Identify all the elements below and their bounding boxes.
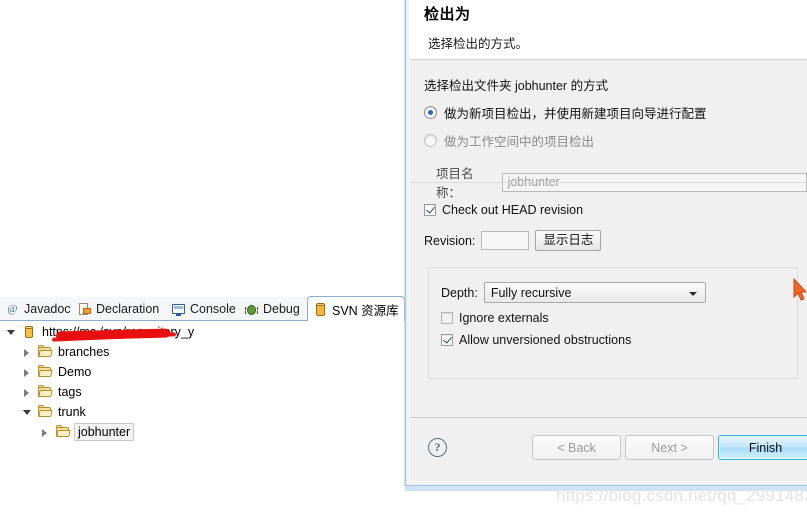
checkout-mode-label: 选择检出文件夹 jobhunter 的方式 bbox=[424, 79, 609, 93]
chevron-right-icon[interactable] bbox=[38, 422, 52, 442]
tree-row-label: jobhunter bbox=[74, 423, 135, 441]
page-subtitle: 选择检出的方式。 bbox=[428, 37, 529, 51]
tree-row-label: Demo bbox=[58, 365, 92, 379]
svn-repository-icon bbox=[313, 302, 328, 317]
tab-debug-label: Debug bbox=[263, 302, 300, 316]
tree-row[interactable]: tags bbox=[0, 382, 405, 402]
view-tab-bar: @ Javadoc Declaration Console Debug SVN … bbox=[0, 296, 405, 321]
tree-row[interactable]: Demo bbox=[0, 362, 405, 382]
tab-declaration[interactable]: Declaration bbox=[72, 297, 169, 321]
eclipse-workbench-panel: @ Javadoc Declaration Console Debug SVN … bbox=[0, 0, 405, 515]
revision-label: Revision: bbox=[424, 233, 476, 248]
folder-icon bbox=[37, 404, 53, 420]
checkbox-head-revision-indicator[interactable] bbox=[424, 204, 436, 216]
radio-workspace-project-label: 做为工作空间中的项目检出 bbox=[444, 135, 595, 149]
tree-row-jobhunter[interactable]: jobhunter bbox=[0, 422, 405, 442]
tab-console-label: Console bbox=[190, 302, 236, 316]
tab-svn-repository[interactable]: SVN 资源库 bbox=[307, 296, 405, 321]
folder-icon bbox=[37, 364, 53, 380]
depth-label: Depth: bbox=[441, 285, 478, 300]
page-title: 检出为 bbox=[424, 6, 471, 23]
watermark-text: https://blog.csdn.net/qq_29914837 bbox=[556, 486, 807, 505]
folder-icon bbox=[37, 344, 53, 360]
repository-icon bbox=[21, 324, 37, 340]
tree-row-label: branches bbox=[58, 345, 110, 359]
finish-button[interactable]: Finish bbox=[718, 435, 807, 460]
tab-debug[interactable]: Debug bbox=[239, 297, 307, 321]
back-button[interactable]: < Back bbox=[532, 435, 621, 460]
javadoc-icon: @ bbox=[7, 302, 18, 315]
tree-row[interactable]: trunk bbox=[0, 402, 405, 422]
radio-workspace-project-indicator[interactable] bbox=[424, 134, 437, 147]
chevron-right-icon[interactable] bbox=[20, 362, 34, 382]
help-icon[interactable]: ? bbox=[428, 438, 447, 457]
checkbox-ignore-externals[interactable]: Ignore externals bbox=[429, 311, 797, 325]
folder-icon bbox=[37, 384, 53, 400]
checkout-mode-section: 选择检出文件夹 jobhunter 的方式 做为新项目检出，并使用新建项目向导进… bbox=[410, 61, 807, 201]
debug-icon bbox=[244, 302, 259, 317]
dialog-button-bar: ? < Back Next > Finish bbox=[410, 417, 807, 481]
declaration-icon bbox=[77, 302, 92, 317]
checkbox-head-revision[interactable]: Check out HEAD revision bbox=[424, 203, 601, 217]
section-divider bbox=[410, 182, 807, 183]
checkbox-ignore-externals-indicator[interactable] bbox=[441, 312, 453, 324]
checkbox-allow-unversioned[interactable]: Allow unversioned obstructions bbox=[429, 333, 797, 347]
depth-select[interactable]: Fully recursive bbox=[483, 282, 706, 303]
folder-icon bbox=[55, 424, 71, 440]
radio-new-project[interactable]: 做为新项目检出，并使用新建项目向导进行配置 bbox=[424, 103, 807, 122]
tree-row-label: trunk bbox=[58, 405, 86, 419]
tab-javadoc-label: Javadoc bbox=[24, 302, 71, 316]
chevron-down-icon[interactable] bbox=[20, 402, 34, 422]
checkbox-allow-unversioned-label: Allow unversioned obstructions bbox=[459, 333, 632, 347]
radio-new-project-indicator[interactable] bbox=[424, 106, 437, 119]
next-button[interactable]: Next > bbox=[625, 435, 714, 460]
chevron-right-icon[interactable] bbox=[20, 342, 34, 362]
revision-row: Revision: 显示日志 bbox=[424, 230, 602, 251]
mouse-cursor-icon bbox=[793, 278, 807, 301]
chevron-down-icon[interactable] bbox=[688, 292, 697, 296]
tree-row-label: tags bbox=[58, 385, 82, 399]
depth-group-box: Depth: Fully recursive Ignore externals … bbox=[428, 267, 798, 379]
revision-input[interactable] bbox=[481, 231, 530, 250]
console-icon bbox=[171, 302, 186, 317]
tab-svn-repository-label: SVN 资源库 bbox=[332, 303, 399, 318]
checkbox-ignore-externals-label: Ignore externals bbox=[459, 311, 549, 325]
checkbox-allow-unversioned-indicator[interactable] bbox=[441, 334, 453, 346]
tree-row[interactable]: branches bbox=[0, 342, 405, 362]
tab-javadoc[interactable]: @ Javadoc bbox=[0, 297, 78, 321]
chevron-right-icon[interactable] bbox=[20, 382, 34, 402]
depth-row: Depth: Fully recursive bbox=[429, 268, 797, 303]
screen: @ Javadoc Declaration Console Debug SVN … bbox=[0, 0, 807, 515]
tab-declaration-label: Declaration bbox=[96, 302, 160, 316]
dialog-inner: 检出为 选择检出的方式。 选择检出文件夹 jobhunter 的方式 做为新项目… bbox=[409, 0, 807, 482]
radio-new-project-label: 做为新项目检出，并使用新建项目向导进行配置 bbox=[444, 107, 707, 121]
tab-console[interactable]: Console bbox=[166, 297, 239, 321]
dialog-body: 选择检出文件夹 jobhunter 的方式 做为新项目检出，并使用新建项目向导进… bbox=[410, 61, 807, 416]
svn-repository-tree[interactable]: https://ms /svn/repository_y branches De… bbox=[0, 322, 405, 515]
revision-section: Check out HEAD revision Revision: 显示日志 bbox=[424, 203, 602, 251]
radio-workspace-project[interactable]: 做为工作空间中的项目检出 bbox=[424, 131, 807, 150]
checkout-as-wizard-dialog: 检出为 选择检出的方式。 选择检出文件夹 jobhunter 的方式 做为新项目… bbox=[405, 0, 807, 486]
checkbox-head-revision-label: Check out HEAD revision bbox=[442, 203, 584, 217]
dialog-header: 检出为 选择检出的方式。 bbox=[410, 0, 807, 60]
depth-select-value: Fully recursive bbox=[490, 285, 572, 300]
chevron-down-icon[interactable] bbox=[4, 322, 18, 342]
show-log-button[interactable]: 显示日志 bbox=[535, 230, 602, 251]
